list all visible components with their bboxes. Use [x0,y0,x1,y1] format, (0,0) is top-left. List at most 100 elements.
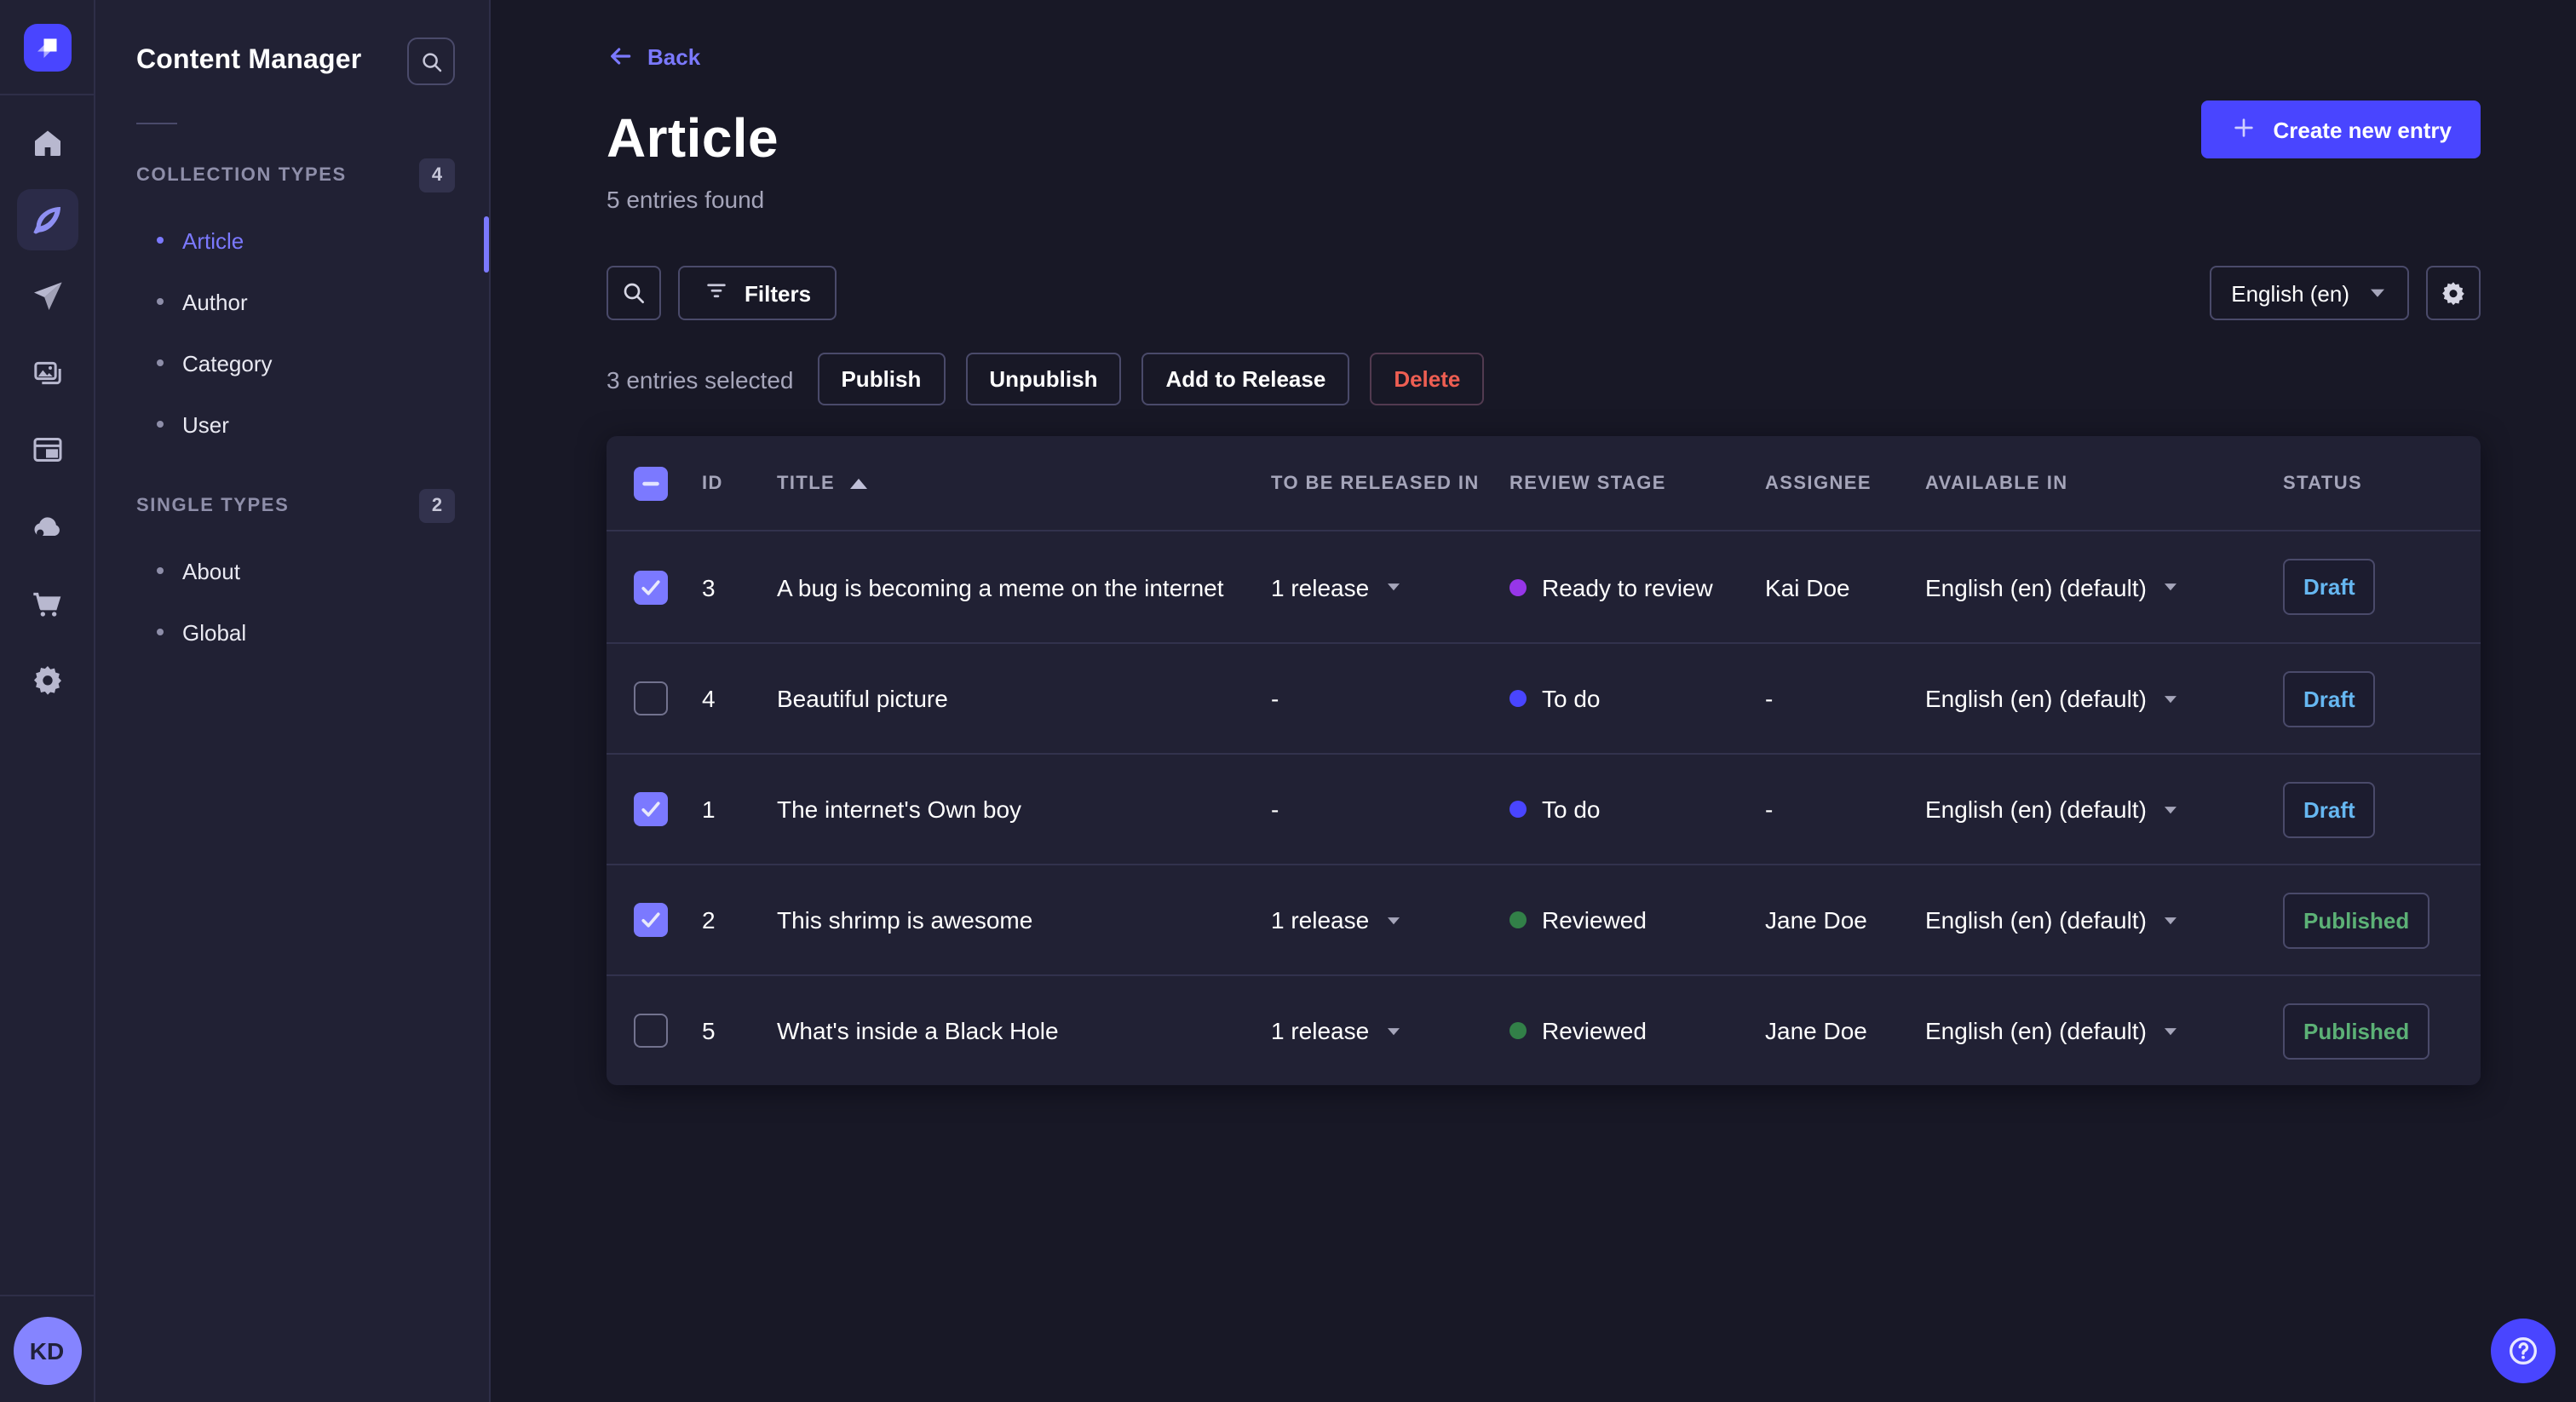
column-header-available: AVAILABLE IN [1925,473,2068,493]
row-release-empty: - [1271,685,1279,712]
sidebar-item-author[interactable]: Author [136,271,455,332]
arrow-left-icon [611,48,631,65]
table-row[interactable]: 3 A bug is becoming a meme on the intern… [607,531,2481,642]
sidebar-item-user[interactable]: User [136,394,455,455]
column-header-review: REVIEW STAGE [1509,473,1666,493]
sidebar-divider [136,123,177,124]
user-avatar[interactable]: KD [13,1317,81,1385]
sidebar-item-label: About [182,558,240,583]
bullet-dot-icon [157,421,164,428]
help-button[interactable] [2491,1319,2556,1383]
content-manager-sidebar: Content Manager COLLECTION TYPES 4 Artic… [95,0,491,1402]
marketplace-cart-icon [32,592,60,617]
row-review-stage: Reviewed [1509,906,1765,934]
media-library-icon [33,361,60,385]
back-link[interactable]: Back [607,43,700,70]
page-title: Article [607,107,779,169]
marketplace-nav-button[interactable] [16,572,78,634]
unpublish-button[interactable]: Unpublish [965,353,1122,405]
publish-button[interactable]: Publish [817,353,946,405]
row-id: 3 [702,573,716,600]
row-checkbox[interactable] [634,903,668,937]
content-manager-nav-button[interactable] [16,189,78,250]
row-assignee: Jane Doe [1765,906,1867,934]
row-locale-value: English (en) (default) [1925,573,2147,600]
table-row[interactable]: 1 The internet's Own boy - To do - Engli… [607,753,2481,864]
stage-dot-icon [1509,578,1527,595]
list-toolbar: Filters English (en) [607,266,2481,320]
row-review-stage: To do [1509,796,1765,823]
row-title: This shrimp is awesome [777,906,1033,934]
sidebar-item-about[interactable]: About [136,540,455,601]
add-to-release-button[interactable]: Add to Release [1141,353,1350,405]
table-row[interactable]: 5 What's inside a Black Hole 1 release R… [607,974,2481,1085]
view-settings-button[interactable] [2426,266,2481,320]
row-checkbox[interactable] [634,570,668,604]
row-title: What's inside a Black Hole [777,1017,1059,1044]
bullet-dot-icon [157,629,164,635]
settings-nav-button[interactable] [16,649,78,710]
search-entries-button[interactable] [607,266,661,320]
chevron-down-icon [1384,914,1401,926]
collection-types-label: COLLECTION TYPES [136,165,347,186]
filters-button[interactable]: Filters [678,266,837,320]
collection-types-section: COLLECTION TYPES 4 Article Author Catego… [136,155,455,455]
check-icon [641,579,660,595]
column-header-title[interactable]: TITLE [777,473,1271,493]
stage-dot-icon [1509,1022,1527,1039]
delete-button[interactable]: Delete [1370,353,1485,405]
table-body: 3 A bug is becoming a meme on the intern… [607,531,2481,1085]
row-locale-dropdown[interactable]: English (en) (default) [1925,906,2283,934]
row-title: A bug is becoming a meme on the internet [777,573,1224,600]
row-release-value: - [1271,796,1509,823]
gear-icon [2442,282,2464,306]
row-release-dropdown[interactable]: 1 release [1271,1017,1509,1044]
row-locale-dropdown[interactable]: English (en) (default) [1925,796,2283,823]
create-new-entry-button[interactable]: Create new entry [2201,101,2481,158]
sidebar-item-label: User [182,411,229,437]
row-review-stage-label: Reviewed [1542,1017,1647,1044]
table-header-row: ID TITLE TO BE RELEASED IN REVIEW STAGE … [607,436,2481,531]
column-header-id: ID [702,473,723,493]
column-header-released: TO BE RELEASED IN [1271,473,1480,493]
releases-nav-button[interactable] [16,266,78,327]
row-review-stage-label: To do [1542,685,1601,712]
row-id: 5 [702,1017,716,1044]
row-locale-dropdown[interactable]: English (en) (default) [1925,685,2283,712]
home-nav-button[interactable] [16,112,78,174]
row-review-stage-label: Ready to review [1542,573,1713,600]
indeterminate-dash-icon [642,480,659,486]
collection-types-count-badge: 4 [419,158,455,192]
row-release-dropdown[interactable]: 1 release [1271,906,1509,934]
locale-select[interactable]: English (en) [2209,266,2409,320]
main-nav-rail: KD [0,0,95,1402]
home-icon [34,130,60,156]
chevron-down-icon [2162,581,2179,593]
table-row[interactable]: 2 This shrimp is awesome 1 release Revie… [607,864,2481,974]
bullet-dot-icon [157,237,164,244]
column-header-status: STATUS [2283,473,2363,493]
row-assignee: Jane Doe [1765,1017,1867,1044]
stage-dot-icon [1509,911,1527,928]
row-locale-dropdown[interactable]: English (en) (default) [1925,1017,2283,1044]
strapi-logo-wrap[interactable] [0,0,94,95]
row-checkbox[interactable] [634,1014,668,1048]
sidebar-item-category[interactable]: Category [136,332,455,394]
settings-gear-icon [33,666,60,695]
row-locale-dropdown[interactable]: English (en) (default) [1925,573,2283,600]
chevron-down-icon [2368,286,2387,300]
cloud-nav-button[interactable] [16,496,78,557]
content-type-builder-nav-button[interactable] [16,419,78,480]
row-release-dropdown[interactable]: 1 release [1271,573,1509,600]
row-checkbox[interactable] [634,681,668,715]
app-window: KD Content Manager COLLECTION TYPES 4 Ar… [0,0,2576,1402]
table-row[interactable]: 4 Beautiful picture - To do - English (e… [607,642,2481,753]
sidebar-item-article[interactable]: Article [136,210,455,271]
sidebar-search-button[interactable] [407,37,455,85]
entries-count-text: 5 entries found [607,186,765,213]
sidebar-item-global[interactable]: Global [136,601,455,663]
row-checkbox[interactable] [634,792,668,826]
media-library-nav-button[interactable] [16,342,78,404]
status-badge: Draft [2283,781,2376,837]
select-all-checkbox[interactable] [634,466,668,500]
